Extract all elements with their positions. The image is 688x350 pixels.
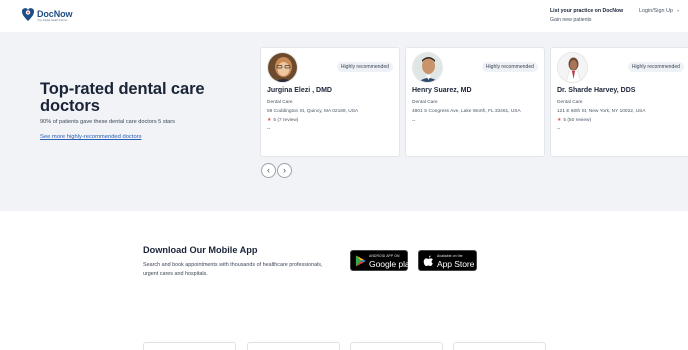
doctor-address: 59 Coddington St, Quincy, MA 02169, USA xyxy=(267,109,359,114)
rating-value: 5 xyxy=(273,118,276,123)
section-subtitle: 90% of patients gave these dental care d… xyxy=(40,119,175,125)
see-more-doctors-link[interactable]: See more highly-recommended doctors xyxy=(40,134,142,140)
login-signup-dropdown[interactable]: Login/Sign Up ⌄ xyxy=(639,7,681,15)
bottom-card[interactable] xyxy=(247,342,340,350)
doctor-card[interactable]: Highly recommended Henry Suarez, MD Dent… xyxy=(405,47,545,157)
logo-text: DocNow xyxy=(37,9,73,19)
docnow-logo[interactable]: DocNow Your Digital Health Partner xyxy=(21,6,77,26)
doctor-extra: -- xyxy=(267,126,271,132)
login-signup-label: Login/Sign Up xyxy=(639,8,673,14)
doctor-rating: ★ 5 (7 review) xyxy=(267,118,298,123)
app-store-text: App Store xyxy=(437,259,475,269)
heart-pin-icon xyxy=(21,8,35,21)
doctor-card[interactable]: Highly recommended Dr. Sharde Harvey, DD… xyxy=(550,47,688,157)
highly-recommended-badge: Highly recommended xyxy=(627,62,684,72)
top-rated-section: Top-rated dental care doctors 90% of pat… xyxy=(0,32,688,211)
doctor-avatar xyxy=(557,52,588,83)
doctor-rating: ★ 5 (50 review) xyxy=(557,118,591,123)
app-section-title: Download Our Mobile App xyxy=(143,245,258,255)
doctor-avatar xyxy=(412,52,443,83)
app-store-small-text: Available on the xyxy=(437,254,463,258)
doctor-specialty: Dental Care xyxy=(557,100,583,105)
star-icon: ★ xyxy=(267,118,272,123)
google-play-button[interactable]: ANDROID APP ON Google play xyxy=(350,250,414,271)
doctor-address: 4801 S Congress Ave, Lake Worth, FL 3346… xyxy=(412,109,521,114)
highly-recommended-badge: Highly recommended xyxy=(481,62,538,72)
doctor-card[interactable]: Highly recommended Jurgina Elezi , DMD D… xyxy=(260,47,400,157)
review-count[interactable]: (7 review) xyxy=(277,118,298,123)
bottom-card[interactable] xyxy=(350,342,443,350)
rating-value: 5 xyxy=(563,118,566,123)
logo-tagline: Your Digital Health Partner xyxy=(37,19,68,22)
doctor-name[interactable]: Henry Suarez, MD xyxy=(412,87,472,94)
doctor-name[interactable]: Dr. Sharde Harvey, DDS xyxy=(557,87,635,94)
google-play-icon xyxy=(355,255,366,267)
list-practice-title: List your practice on DocNow xyxy=(550,8,624,14)
apple-icon xyxy=(423,255,433,267)
carousel-prev-button[interactable]: ‹ xyxy=(261,163,276,178)
doctor-extra: -- xyxy=(412,118,416,124)
doctor-extra: -- xyxy=(557,126,561,132)
doctor-specialty: Dental Care xyxy=(267,100,293,105)
star-icon: ★ xyxy=(557,118,562,123)
highly-recommended-badge: Highly recommended xyxy=(336,62,393,72)
doctor-specialty: Dental Care xyxy=(412,100,438,105)
list-practice-link[interactable]: List your practice on DocNow Gain new pa… xyxy=(550,8,623,23)
bottom-card[interactable] xyxy=(453,342,546,350)
list-practice-subtitle: Gain new patients xyxy=(550,17,592,23)
doctor-address: 121 E 60th St, New York, NY 10022, USA xyxy=(557,109,646,114)
app-store-button[interactable]: Available on the App Store xyxy=(418,250,477,271)
top-header: DocNow Your Digital Health Partner List … xyxy=(0,0,688,32)
doctor-name[interactable]: Jurgina Elezi , DMD xyxy=(267,87,332,94)
bottom-card[interactable] xyxy=(143,342,236,350)
google-play-text: Google play xyxy=(369,259,414,269)
section-title: Top-rated dental care doctors xyxy=(40,80,205,115)
carousel-next-button[interactable]: › xyxy=(277,163,292,178)
review-count[interactable]: (50 review) xyxy=(567,118,591,123)
doctor-avatar xyxy=(267,52,298,83)
chevron-down-icon: ⌄ xyxy=(675,7,681,14)
app-section-description: Search and book appointments with thousa… xyxy=(143,262,323,277)
google-play-small-text: ANDROID APP ON xyxy=(369,254,400,258)
